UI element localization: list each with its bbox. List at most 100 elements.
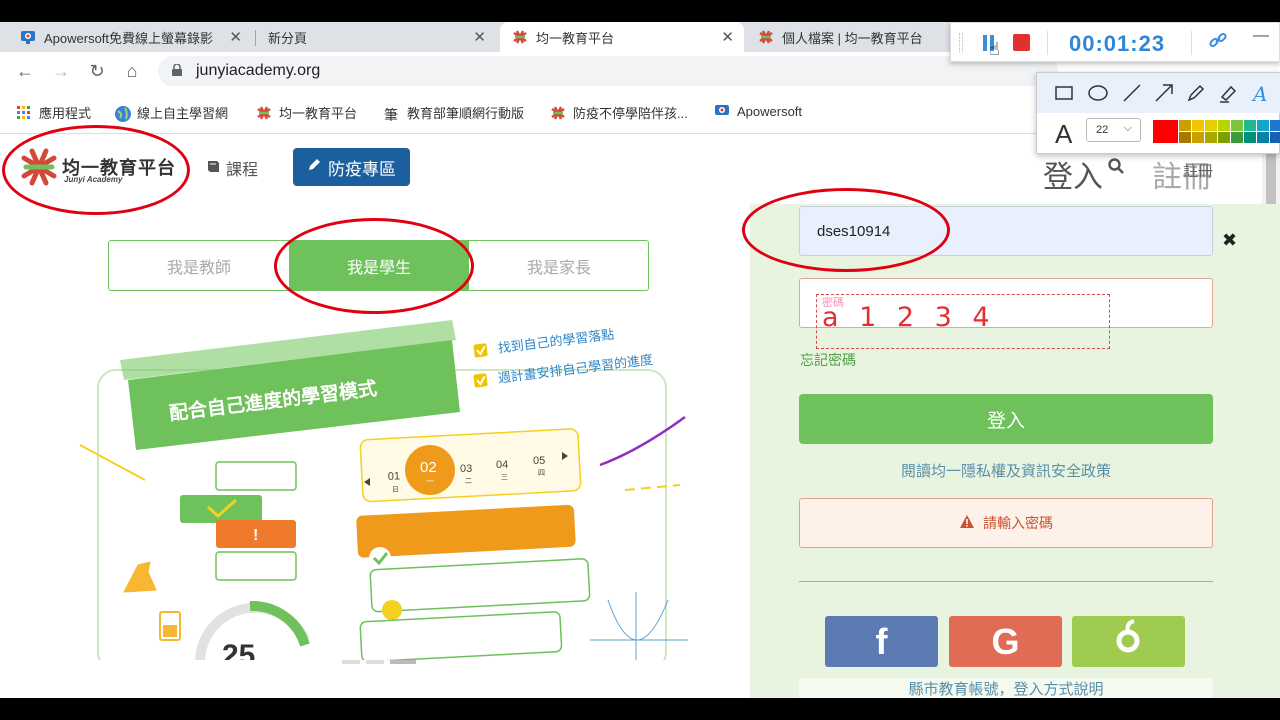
facebook-login-button[interactable]: f [825,616,938,667]
bookmark-label: 教育部筆順網行動版 [407,106,525,121]
chevron-down-icon: ⌵ [1123,122,1132,134]
bookmark-label: Apowersoft [737,103,803,119]
reload-icon[interactable]: ↻ [86,60,108,82]
pen-tool-icon[interactable] [1185,82,1207,104]
bookmark-label: 線上自主學習網 [137,106,229,121]
bookmark-junyi[interactable]: 均一教育平台 [256,103,357,122]
header-login-link[interactable]: 登入 [1043,152,1103,196]
line-tool-icon[interactable] [1121,82,1143,104]
close-tab-icon[interactable]: ✕ [473,28,486,46]
svg-text:二: 二 [465,478,472,485]
gauge-number: 25 [222,639,255,660]
url-text: junyiacademy.org [196,62,321,79]
tab-title: 均一教育平台 [536,30,615,46]
stop-icon[interactable] [1013,34,1030,51]
font-icon: A [1055,119,1073,149]
svg-text:三: 三 [501,473,508,481]
tab-apowersoft[interactable]: Apowersoft免費線上螢幕錄影 ✕ [8,22,252,52]
drag-handle[interactable] [959,33,963,53]
rectangle-tool-icon[interactable] [1053,82,1075,104]
annotation-tools-row: A [1037,73,1280,113]
carousel-dot[interactable] [366,660,384,664]
junyi-favicon-icon [256,105,272,121]
close-tab-icon[interactable]: ✕ [229,28,242,46]
login-submit-button[interactable]: 登入 [799,394,1213,444]
county-account-help-link[interactable]: 縣市教育帳號，登入方式說明 [799,678,1213,698]
annotation-circle-username [742,188,950,272]
alert-text: 請輸入密碼 [983,515,1053,531]
tab-title: Apowersoft免費線上螢幕錄影 [44,30,214,46]
bookmark-stroke-order[interactable]: 筆 教育部筆順網行動版 [384,103,525,123]
close-tab-icon[interactable]: ✕ [721,28,734,46]
globe-icon [114,105,131,122]
bottom-letterbox [0,698,1280,720]
nav-course-label: 課程 [226,162,259,179]
password-required-alert: 請輸入密碼 [799,498,1213,548]
warning-icon [959,514,975,532]
google-login-button[interactable]: G [949,616,1062,667]
bookmark-epidemic[interactable]: 防疫不停學陪伴孩... [550,103,688,122]
address-bar[interactable]: junyiacademy.org [158,56,1058,86]
separator [1191,31,1192,55]
tab-title: 新分頁 [268,30,308,46]
separator [1047,31,1048,55]
svg-text:02: 02 [420,459,437,476]
back-icon[interactable]: ← [14,60,36,82]
svg-text:01: 01 [388,470,401,483]
carousel-dot[interactable] [342,660,360,664]
annotation-circle-student [274,218,474,314]
svg-text:一: 一 [426,477,434,486]
tab-junyi[interactable]: 均一教育平台 ✕ [500,22,744,52]
bullet-text: 找到自己的學習落點 [497,327,615,356]
apowersoft-favicon-icon [20,29,36,45]
apps-grid-icon [16,105,32,121]
sprout-login-button[interactable] [1072,616,1185,667]
bookmark-apps[interactable]: 應用程式 [16,103,91,122]
book-icon [206,159,220,178]
apowersoft-favicon-icon [714,103,730,119]
epidemic-button-label: 防疫專區 [328,159,396,179]
color-palette[interactable] [1179,120,1280,143]
tab-new-tab[interactable]: 新分頁 ✕ [256,22,496,52]
cursor-hand-icon: ☝ [989,39,1000,59]
text-tool-icon[interactable]: A [1251,82,1273,104]
annotation-circle-logo [2,125,190,215]
current-color-swatch[interactable] [1153,120,1178,143]
svg-text:日: 日 [392,486,399,494]
arrow-tool-icon[interactable] [1153,82,1175,104]
svg-text:四: 四 [538,469,545,477]
pause-icon[interactable] [983,35,987,51]
carousel-dot-active[interactable] [390,660,416,664]
bookmark-label: 防疫不停學陪伴孩... [573,106,688,121]
learning-mode-illustration: 配合自己進度的學習模式 找到自己的學習落點 週計畫安排自己學習的進度 ! 25 … [79,320,688,660]
nav-course[interactable]: 課程 [206,156,258,180]
home-icon[interactable]: ⌂ [121,60,143,82]
epidemic-zone-button[interactable]: 防疫專區 [293,148,410,186]
svg-text:04: 04 [496,459,508,471]
header-register-link-small[interactable]: 註冊 [1183,160,1213,181]
role-parent[interactable]: 我是家長 [469,241,649,290]
role-teacher[interactable]: 我是教師 [109,241,289,290]
sprout-icon [1114,619,1144,664]
bullet-find-level: 找到自己的學習落點 [473,327,615,358]
search-icon[interactable] [1108,158,1124,179]
lock-icon [172,64,182,76]
link-icon[interactable] [1209,31,1227,54]
brush-character-icon: 筆 [384,106,398,123]
ellipse-tool-icon[interactable] [1087,82,1109,104]
forward-icon[interactable]: → [50,60,72,82]
privacy-policy-link[interactable]: 閱讀均一隱私權及資訊安全政策 [799,460,1213,481]
highlighter-tool-icon[interactable] [1217,82,1239,104]
screen-recorder-bar: ☝ 00:01:23 — [950,22,1280,62]
svg-text:05: 05 [533,455,545,467]
recording-timer: 00:01:23 [1069,31,1166,56]
minimize-icon[interactable]: — [1253,27,1269,45]
bookmark-apowersoft[interactable]: Apowersoft [714,103,802,119]
tab-profile[interactable]: 個人檔案 | 均一教育平台 [746,22,950,52]
close-icon[interactable]: ✖ [1222,230,1237,251]
font-size-select[interactable]: 22 ⌵ [1086,118,1141,142]
bookmark-self-learning[interactable]: 線上自主學習網 [114,103,228,122]
forgot-password-link[interactable]: 忘記密碼 [800,350,856,370]
svg-text:03: 03 [460,463,472,475]
tab-title: 個人檔案 | 均一教育平台 [782,30,923,46]
